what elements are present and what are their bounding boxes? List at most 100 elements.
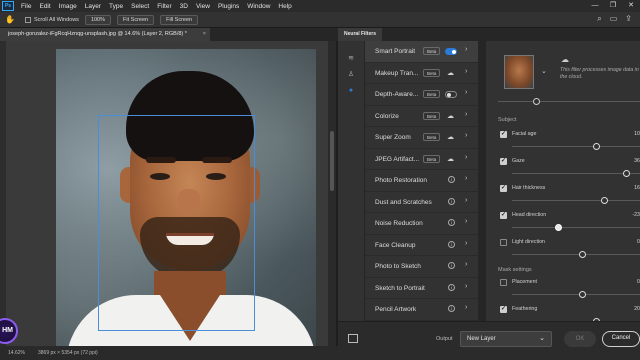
menu-select[interactable]: Select xyxy=(127,3,153,10)
param-checkbox[interactable]: ✓ xyxy=(500,306,507,313)
param-checkbox[interactable]: ✓ xyxy=(500,131,507,138)
param-slider[interactable] xyxy=(512,170,640,177)
dot-icon[interactable]: ● xyxy=(347,87,355,95)
param-slider-knob[interactable] xyxy=(592,143,600,150)
filter-item[interactable]: Smart Portrait Beta › xyxy=(365,41,478,63)
filter-item[interactable]: Dust and Scratches i › xyxy=(365,192,478,213)
param-slider[interactable] xyxy=(512,291,640,298)
chevron-right-icon[interactable]: › xyxy=(465,89,467,96)
menu-layer[interactable]: Layer xyxy=(81,3,105,10)
param-checkbox[interactable] xyxy=(500,279,507,286)
filter-toggle[interactable] xyxy=(445,48,457,55)
chevron-right-icon[interactable]: › xyxy=(465,261,467,268)
param-slider-knob[interactable] xyxy=(578,251,586,258)
document-tab[interactable]: joseph-gonzalez-iFgRcqHznqg-unsplash.jpg… xyxy=(0,28,210,41)
fit-screen-button[interactable]: Fit Screen xyxy=(117,14,155,25)
layer-preview-icon[interactable] xyxy=(348,334,358,343)
param-slider[interactable] xyxy=(512,197,640,204)
param-slider[interactable] xyxy=(512,251,640,258)
chevron-right-icon[interactable]: › xyxy=(465,283,467,290)
chevron-right-icon[interactable]: › xyxy=(465,46,467,53)
zoom-100-button[interactable]: 100% xyxy=(84,14,112,25)
param-checkbox[interactable] xyxy=(500,239,507,246)
face-thumbnail[interactable] xyxy=(504,55,534,89)
ok-button[interactable]: OK xyxy=(564,331,596,347)
canvas-area[interactable] xyxy=(6,41,328,346)
param-value[interactable]: 20 xyxy=(634,306,640,312)
cloud-download-icon[interactable]: ☁ xyxy=(447,112,454,120)
close-icon[interactable]: ✕ xyxy=(622,0,640,12)
chevron-right-icon[interactable]: › xyxy=(465,218,467,225)
param-slider-knob[interactable] xyxy=(600,197,608,204)
info-icon[interactable]: i xyxy=(448,240,455,248)
filter-toggle[interactable] xyxy=(445,91,457,98)
chevron-right-icon[interactable]: › xyxy=(465,197,467,204)
filter-item[interactable]: Depth-Aware... Beta › xyxy=(365,84,478,106)
hand-icon[interactable]: ✋ xyxy=(3,14,17,26)
chevron-down-icon[interactable]: ⌄ xyxy=(541,67,547,75)
info-icon[interactable]: i xyxy=(448,219,455,226)
scroll-all-windows-checkbox[interactable]: Scroll All Windows xyxy=(25,16,79,23)
info-icon[interactable]: i xyxy=(448,176,455,183)
filter-item[interactable]: Makeup Tran... Beta ☁ › xyxy=(365,63,478,84)
chevron-right-icon[interactable]: › xyxy=(465,111,467,118)
chevron-right-icon[interactable]: › xyxy=(465,304,467,311)
zoom-readout[interactable]: 14.62% xyxy=(0,346,28,360)
param-value[interactable]: 36 xyxy=(634,158,640,164)
filter-item[interactable]: Super Zoom Beta ☁ › xyxy=(365,127,478,149)
scrollbar-thumb[interactable] xyxy=(330,131,334,191)
chevron-right-icon[interactable]: › xyxy=(465,68,467,75)
param-value[interactable]: 10 xyxy=(634,131,640,137)
chevron-right-icon[interactable]: › xyxy=(465,175,467,182)
param-checkbox[interactable]: ✓ xyxy=(500,185,507,192)
brush-icon[interactable]: ≋ xyxy=(347,55,355,63)
filter-item[interactable]: Photo to Sketch i › xyxy=(365,256,478,278)
info-icon[interactable]: i xyxy=(448,305,455,312)
output-select[interactable]: New Layer ⌄ xyxy=(460,331,552,347)
menu-plugins[interactable]: Plugins xyxy=(214,3,243,10)
filter-item[interactable]: JPEG Artifact... Beta ☁ › xyxy=(365,149,478,170)
neural-filters-tab[interactable]: Neural Filters xyxy=(338,28,382,41)
param-checkbox[interactable]: ✓ xyxy=(500,158,507,165)
slider-knob[interactable] xyxy=(533,98,540,105)
param-slider[interactable] xyxy=(512,224,640,231)
close-tab-icon[interactable]: × xyxy=(203,28,206,41)
fill-screen-button[interactable]: Fill Screen xyxy=(160,14,199,25)
param-slider-knob[interactable] xyxy=(623,170,631,177)
chevron-right-icon[interactable]: › xyxy=(465,132,467,139)
cancel-button[interactable]: Cancel xyxy=(602,331,640,347)
workspace-icon[interactable]: ▭ xyxy=(610,14,618,24)
param-slider-knob[interactable] xyxy=(554,224,562,231)
canvas-scrollbar[interactable] xyxy=(328,41,336,346)
menu-edit[interactable]: Edit xyxy=(35,3,54,10)
chevron-right-icon[interactable]: › xyxy=(465,154,467,161)
param-slider-knob[interactable] xyxy=(578,291,586,298)
top-slider[interactable] xyxy=(498,98,640,105)
chevron-right-icon[interactable]: › xyxy=(465,240,467,247)
cloud-download-icon[interactable]: ☁ xyxy=(447,133,454,141)
filter-item[interactable]: Pencil Artwork i › xyxy=(365,299,478,321)
info-icon[interactable]: i xyxy=(448,283,455,291)
cloud-download-icon[interactable]: ☁ xyxy=(447,69,454,77)
filter-item[interactable]: Noise Reduction i › xyxy=(365,213,478,235)
param-value[interactable]: -23 xyxy=(632,212,640,218)
param-slider[interactable] xyxy=(512,143,640,150)
search-icon[interactable]: ⌕ xyxy=(597,14,601,24)
info-icon[interactable]: i xyxy=(448,197,455,205)
person-icon[interactable]: ♙ xyxy=(347,71,355,79)
menu-view[interactable]: View xyxy=(192,3,214,10)
menu-file[interactable]: File xyxy=(17,3,35,10)
filter-item[interactable]: Colorize Beta ☁ › xyxy=(365,106,478,127)
restore-icon[interactable]: ❐ xyxy=(604,0,622,12)
menu-3d[interactable]: 3D xyxy=(176,3,192,10)
menu-image[interactable]: Image xyxy=(55,3,81,10)
minimize-icon[interactable]: — xyxy=(586,0,604,12)
param-checkbox[interactable]: ✓ xyxy=(500,212,507,219)
menu-help[interactable]: Help xyxy=(274,3,295,10)
menu-type[interactable]: Type xyxy=(105,3,127,10)
menu-filter[interactable]: Filter xyxy=(153,3,175,10)
menu-window[interactable]: Window xyxy=(243,3,274,10)
info-icon[interactable]: i xyxy=(448,262,455,269)
filter-item[interactable]: Sketch to Portrait i › xyxy=(365,278,478,299)
filter-item[interactable]: Photo Restoration i › xyxy=(365,170,478,192)
